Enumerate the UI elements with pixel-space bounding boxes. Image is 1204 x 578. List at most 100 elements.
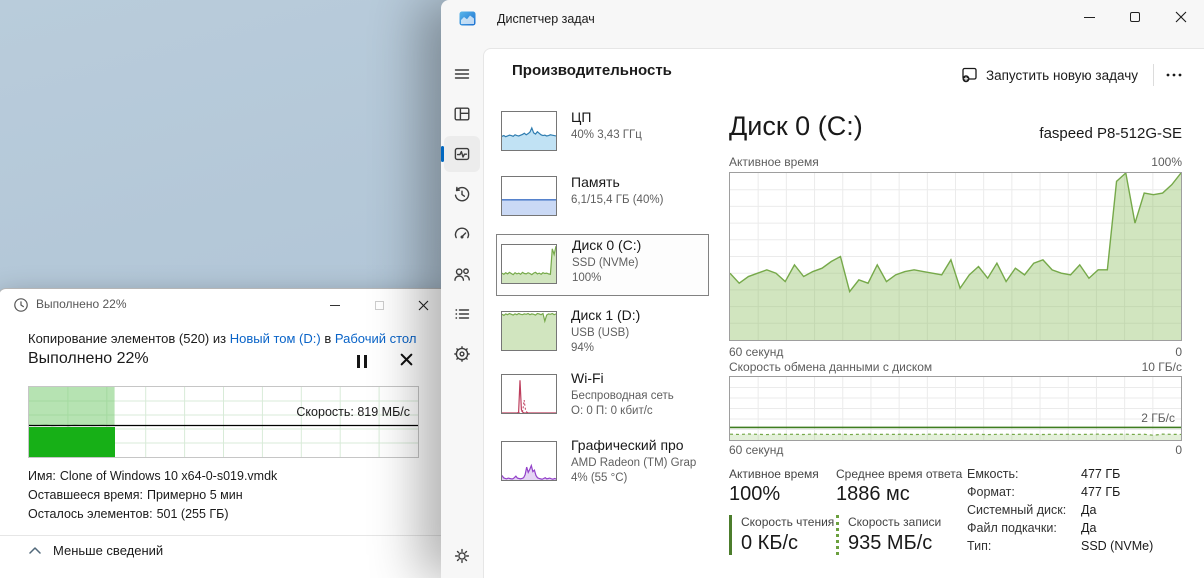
- dialog-maximize-button: [357, 292, 401, 318]
- perf-item-cpu[interactable]: ЦП 40% 3,43 ГГц: [496, 109, 709, 155]
- active-time-chart: [729, 172, 1182, 341]
- items-left-label: Осталось элементов:: [28, 507, 153, 521]
- perf-item-sub: 6,1/15,4 ГБ (40%): [571, 194, 664, 206]
- detail-label: Емкость:: [967, 467, 1019, 481]
- perf-item-sub: 40% 3,43 ГГц: [571, 129, 642, 141]
- dialog-titlebar[interactable]: Выполнено 22%: [0, 289, 449, 319]
- pause-button[interactable]: [357, 355, 367, 368]
- detail-label: Системный диск:: [967, 503, 1067, 517]
- write-speed-value: 935 МБ/с: [848, 532, 933, 554]
- copy-speed-chart: Скорость: 819 МБ/с: [28, 386, 419, 458]
- task-manager-window: Диспетчер задач Производительность Запус…: [441, 0, 1204, 578]
- maximize-button[interactable]: [1112, 0, 1158, 34]
- time-left-row: Оставшееся время: Примерно 5 мин: [28, 488, 243, 502]
- rail-item-performance[interactable]: [441, 136, 480, 172]
- perf-item-memory[interactable]: Память 6,1/15,4 ГБ (40%): [496, 174, 709, 220]
- cpu-mini-chart: [501, 111, 557, 151]
- read-speed-label: Скорость чтения: [741, 515, 835, 529]
- app-history-icon: [454, 186, 470, 202]
- rail-item-startup-apps[interactable]: [444, 216, 480, 252]
- x-axis-left: 60 секунд: [729, 443, 784, 457]
- minimize-button[interactable]: [1066, 0, 1112, 34]
- disk1-mini-chart: [501, 311, 557, 351]
- active-time-stat-value: 100%: [729, 483, 781, 505]
- pause-icon: [364, 355, 367, 368]
- window-title: Диспетчер задач: [497, 12, 595, 26]
- x-axis-right: 0: [1175, 345, 1182, 359]
- copy-description: Копирование элементов (520) из Новый том…: [28, 331, 416, 346]
- page-title: Производительность: [512, 62, 672, 79]
- time-left-label: Оставшееся время:: [28, 488, 143, 502]
- detail-value: 477 ГБ: [1081, 485, 1121, 499]
- less-details-toggle[interactable]: Меньше сведений: [29, 543, 163, 558]
- minimize-icon: [1083, 16, 1095, 18]
- chart1-header: Активное время 100%: [729, 155, 1182, 169]
- cancel-copy-button[interactable]: [400, 353, 416, 369]
- panel-title: Диск 0 (C:): [729, 111, 863, 141]
- detail-value: 477 ГБ: [1081, 467, 1121, 481]
- dialog-title: Выполнено 22%: [36, 297, 127, 311]
- selected-indicator: [441, 146, 444, 162]
- rail-item-app-history[interactable]: [444, 176, 480, 212]
- file-copy-dialog: Выполнено 22% Копирование элементов (520…: [0, 288, 450, 578]
- perf-item-sub2: О: 0 П: 0 кбит/с: [571, 405, 653, 417]
- rail-item-settings[interactable]: [444, 538, 480, 574]
- perf-item-gpu[interactable]: Графический про AMD Radeon (TM) Grap 4% …: [496, 437, 709, 492]
- speed-label: Скорость: 819 МБ/с: [296, 404, 410, 419]
- task-manager-app-icon: [459, 10, 476, 27]
- perf-item-wifi[interactable]: Wi-Fi Беспроводная сеть О: 0 П: 0 кбит/с: [496, 370, 709, 425]
- source-link[interactable]: Новый том (D:): [230, 331, 321, 346]
- chart2-x-axis: 60 секунд 0: [729, 443, 1182, 457]
- rail-item-services[interactable]: [444, 336, 480, 372]
- detail-label: Тип:: [967, 539, 992, 553]
- active-time-stat-label: Активное время: [729, 467, 819, 481]
- destination-link[interactable]: Рабочий стол: [335, 331, 417, 346]
- disk0-mini-chart: [501, 244, 557, 284]
- perf-item-sub: SSD (NVMe): [572, 257, 639, 269]
- content-card: Производительность Запустить новую задач…: [483, 48, 1204, 578]
- details-icon: [455, 309, 470, 319]
- perf-item-sub2: 100%: [572, 272, 602, 284]
- dialog-divider: [0, 535, 449, 536]
- detail-label: Формат:: [967, 485, 1015, 499]
- perf-item-sub: Беспроводная сеть: [571, 390, 674, 402]
- perf-item-disk0-selected[interactable]: Диск 0 (C:) SSD (NVMe) 100%: [496, 234, 709, 296]
- perf-item-title: Диск 1 (D:): [571, 307, 641, 323]
- screen: Выполнено 22% Копирование элементов (520…: [0, 0, 1204, 578]
- copy-description-middle: в: [320, 331, 335, 346]
- x-axis-left: 60 секунд: [729, 345, 784, 359]
- write-speed-stat: Скорость записи 935 МБ/с: [836, 515, 941, 555]
- perf-item-sub2: 4% (55 °C): [571, 472, 628, 484]
- read-speed-stat: Скорость чтения 0 КБ/с: [729, 515, 834, 555]
- users-icon: [454, 268, 470, 281]
- transfer-rate-graph: [730, 377, 1181, 440]
- chart1-label: Активное время: [729, 155, 819, 169]
- wifi-mini-chart: [501, 374, 557, 414]
- rail-item-details[interactable]: [444, 296, 480, 332]
- scale-label: 2 ГБ/с: [1141, 411, 1175, 425]
- dialog-minimize-button[interactable]: [313, 292, 357, 318]
- close-button[interactable]: [1158, 0, 1204, 34]
- detail-value: Да: [1081, 521, 1097, 535]
- chevron-up-icon: [29, 547, 41, 554]
- detail-value: Да: [1081, 503, 1097, 517]
- detail-value: SSD (NVMe): [1081, 539, 1154, 553]
- close-icon: [1175, 11, 1187, 23]
- perf-item-title: Память: [571, 174, 620, 190]
- rail-item-processes[interactable]: [444, 96, 480, 132]
- rail-item-menu[interactable]: [444, 56, 480, 92]
- device-name: faspeed P8-512G-SE: [1039, 125, 1182, 142]
- file-name-value: Clone of Windows 10 x64-0-s019.vmdk: [59, 469, 278, 483]
- chart1-x-axis: 60 секунд 0: [729, 345, 1182, 359]
- dialog-close-button[interactable]: [401, 292, 445, 318]
- progress-completed-fill: [29, 426, 115, 457]
- gpu-mini-chart: [501, 441, 557, 481]
- perf-item-disk1[interactable]: Диск 1 (D:) USB (USB) 94%: [496, 307, 709, 362]
- processes-icon: [454, 107, 470, 121]
- response-time-stat-value: 1886 мс: [836, 483, 910, 505]
- chart2-header: Скорость обмена данными с диском 10 ГБ/с: [729, 360, 1182, 374]
- chart2-label: Скорость обмена данными с диском: [729, 360, 933, 374]
- rail-item-users[interactable]: [444, 256, 480, 292]
- copy-description-prefix: Копирование элементов (520) из: [28, 331, 230, 346]
- chart2-max-label: 10 ГБ/с: [1141, 360, 1182, 374]
